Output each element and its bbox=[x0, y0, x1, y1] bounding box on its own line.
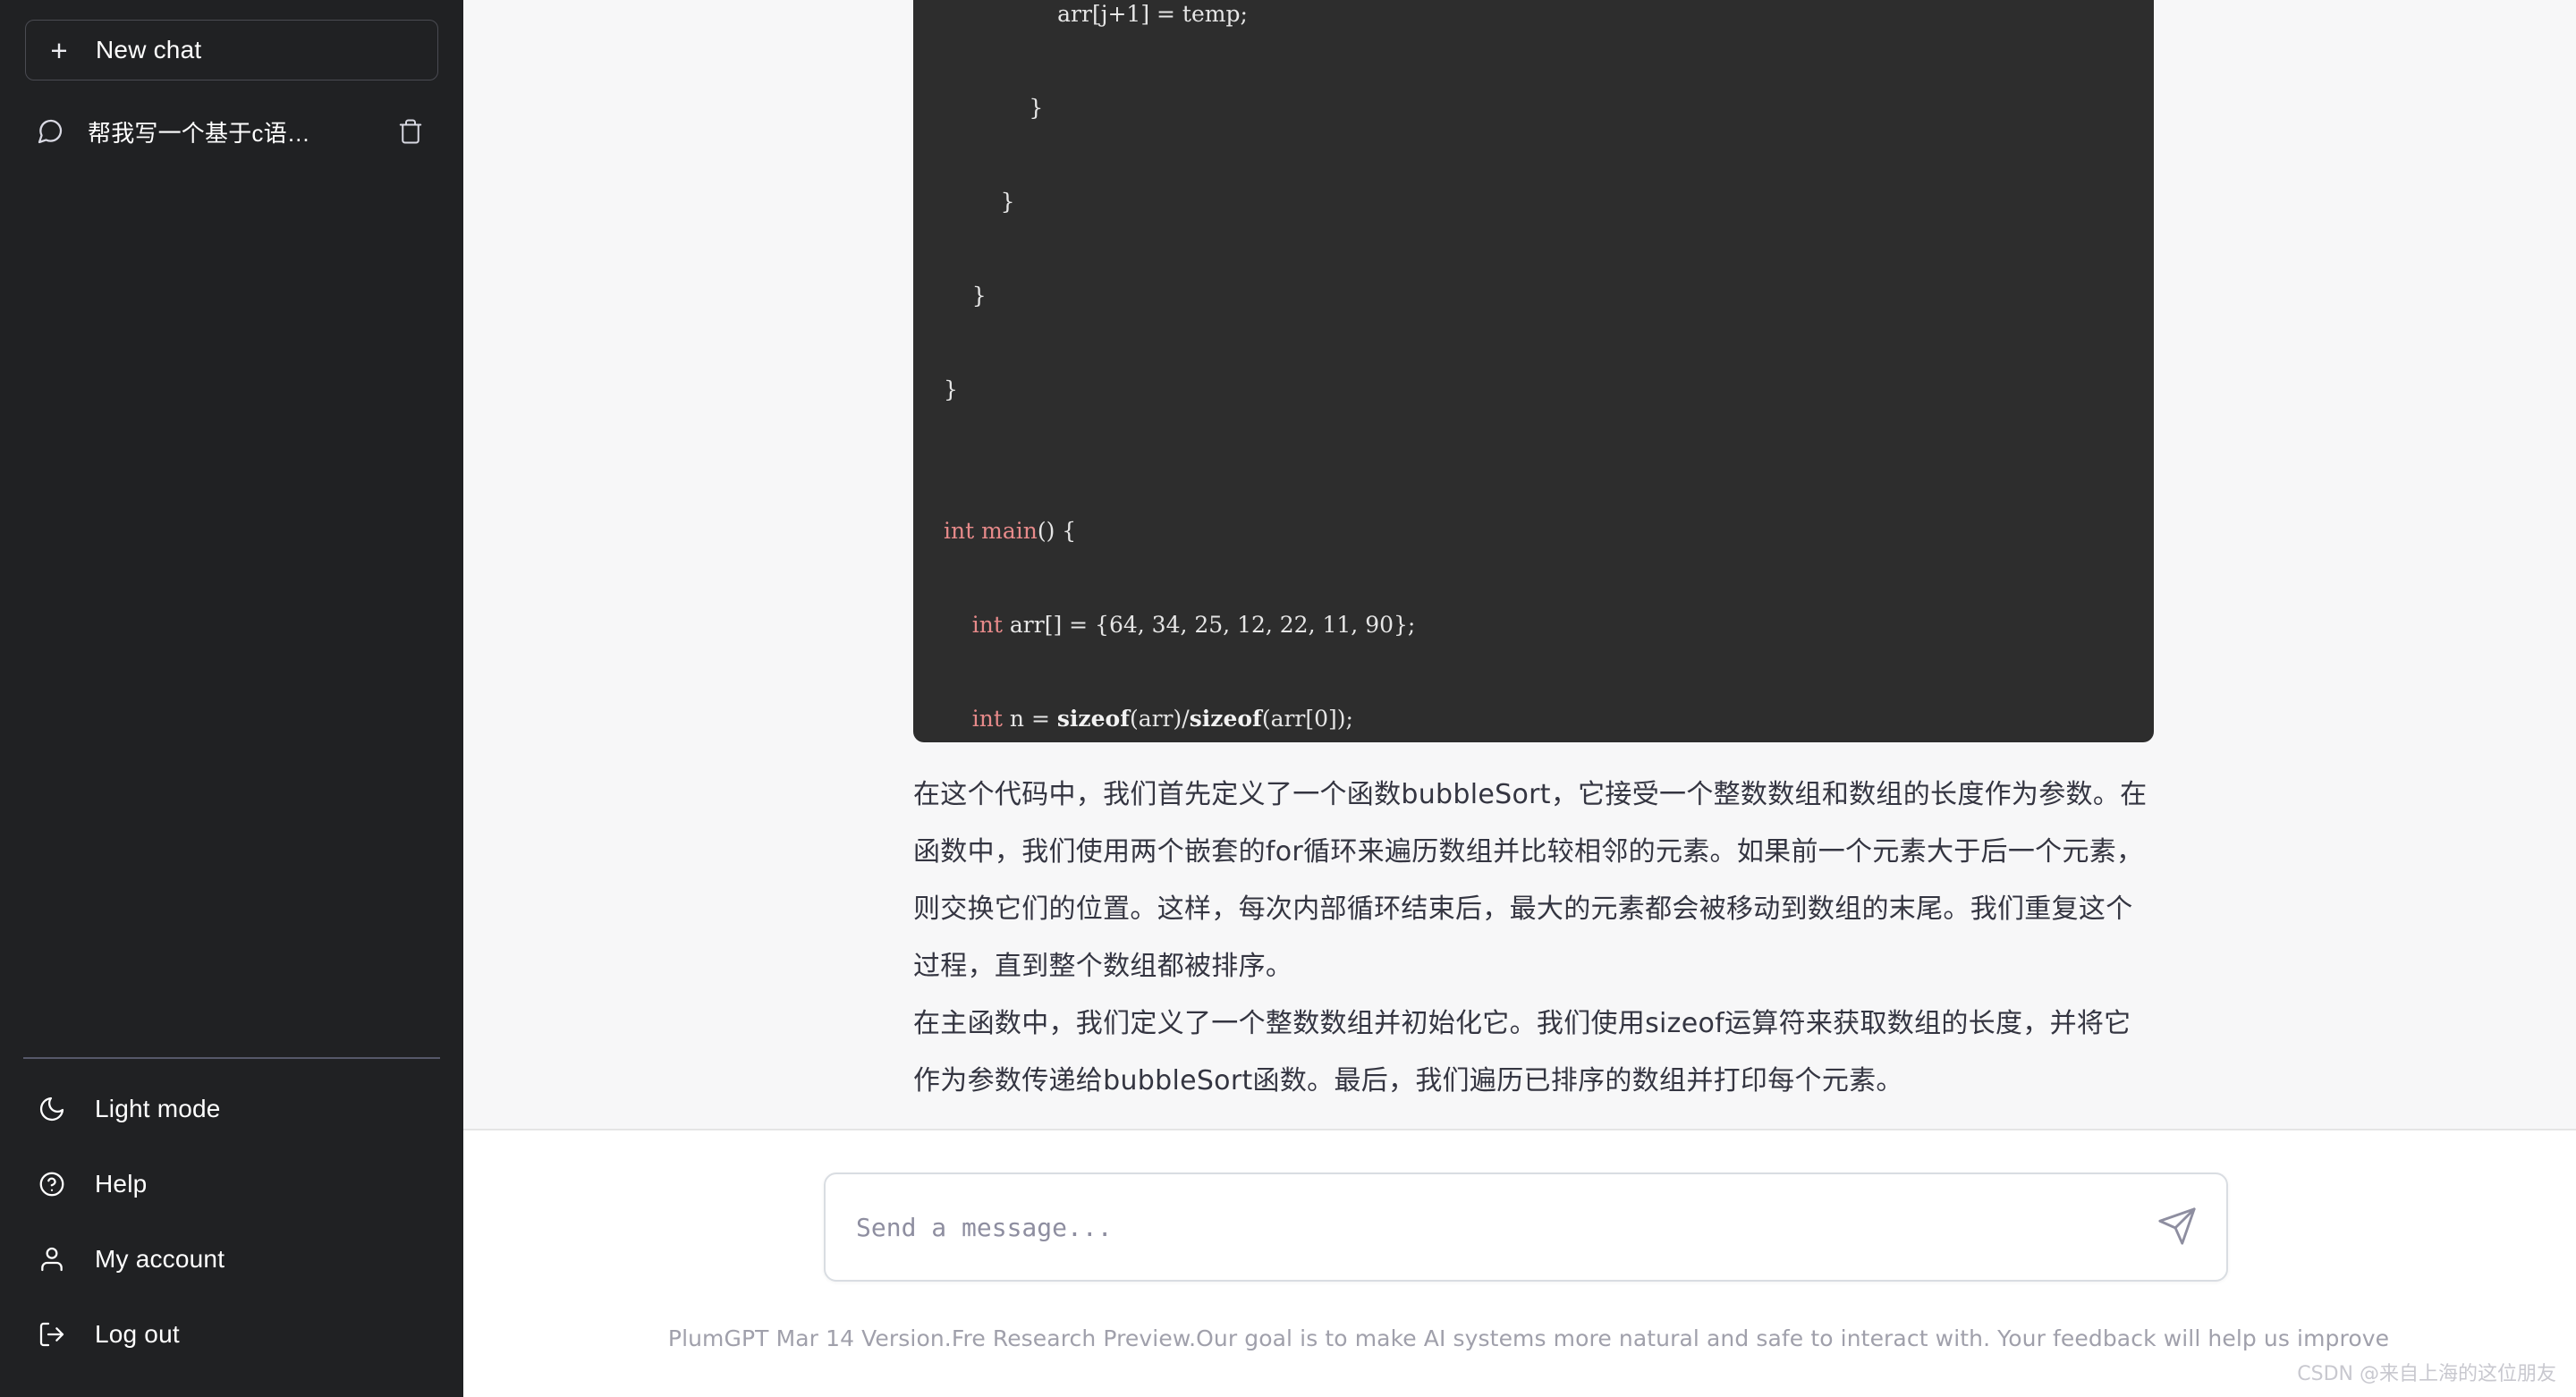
moon-icon bbox=[36, 1095, 68, 1123]
conversation-title: 帮我写一个基于c语… bbox=[88, 119, 311, 147]
logout-icon bbox=[36, 1320, 68, 1349]
sidebar-item-my-account[interactable]: My account bbox=[23, 1222, 440, 1297]
list-item[interactable]: 帮我写一个基于c语… bbox=[23, 104, 440, 159]
sidebar-item-log-out[interactable]: Log out bbox=[23, 1297, 440, 1372]
composer-inner bbox=[824, 1173, 2228, 1282]
speech-bubble-icon bbox=[36, 117, 66, 146]
person-icon bbox=[36, 1245, 68, 1274]
new-chat-label: New chat bbox=[96, 36, 202, 64]
paper-plane-icon bbox=[2157, 1206, 2198, 1249]
code-content: arr[j+1] = temp; } } } } int main() { in… bbox=[944, 1, 1416, 732]
footer-disclaimer: PlumGPT Mar 14 Version.Fre Research Prev… bbox=[667, 1325, 2390, 1351]
new-chat-button[interactable]: + New chat bbox=[25, 20, 438, 80]
sidebar-item-help[interactable]: Help bbox=[23, 1147, 440, 1222]
app-root: + New chat 帮我写一个基于c语… Light mode Help My… bbox=[0, 0, 2576, 1397]
main-panel: arr[j+1] = temp; } } } } int main() { in… bbox=[463, 0, 2576, 1397]
plus-icon: + bbox=[50, 33, 68, 67]
message-input[interactable] bbox=[826, 1174, 2226, 1280]
sidebar-menu: Light mode Help My account Log out bbox=[0, 1059, 463, 1397]
sidebar-item-label: Log out bbox=[95, 1320, 180, 1348]
sidebar-item-light-mode[interactable]: Light mode bbox=[23, 1071, 440, 1147]
chat-scroll-area[interactable]: arr[j+1] = temp; } } } } int main() { in… bbox=[463, 0, 2576, 1129]
explanation-paragraph-2: 在主函数中，我们定义了一个整数数组并初始化它。我们使用sizeof运算符来获取数… bbox=[913, 1008, 2131, 1096]
sidebar-top: + New chat bbox=[0, 0, 463, 80]
message-input-wrapper[interactable] bbox=[824, 1173, 2228, 1282]
conversation-list: 帮我写一个基于c语… bbox=[0, 80, 463, 159]
question-circle-icon bbox=[36, 1170, 68, 1198]
composer-area: PlumGPT Mar 14 Version.Fre Research Prev… bbox=[463, 1129, 2576, 1397]
trash-icon[interactable] bbox=[395, 118, 426, 145]
send-button[interactable] bbox=[2155, 1205, 2199, 1249]
explanation-paragraph-1: 在这个代码中，我们首先定义了一个函数bubbleSort，它接受一个整数数组和数… bbox=[913, 779, 2148, 982]
watermark: CSDN @来自上海的这位朋友 bbox=[2297, 1363, 2556, 1385]
sidebar-item-label: Help bbox=[95, 1170, 148, 1198]
code-block: arr[j+1] = temp; } } } } int main() { in… bbox=[913, 0, 2154, 742]
assistant-message: arr[j+1] = temp; } } } } int main() { in… bbox=[913, 0, 2157, 1110]
sidebar-item-label: My account bbox=[95, 1245, 225, 1273]
sidebar-item-label: Light mode bbox=[95, 1095, 221, 1122]
sidebar: + New chat 帮我写一个基于c语… Light mode Help My… bbox=[0, 0, 463, 1397]
